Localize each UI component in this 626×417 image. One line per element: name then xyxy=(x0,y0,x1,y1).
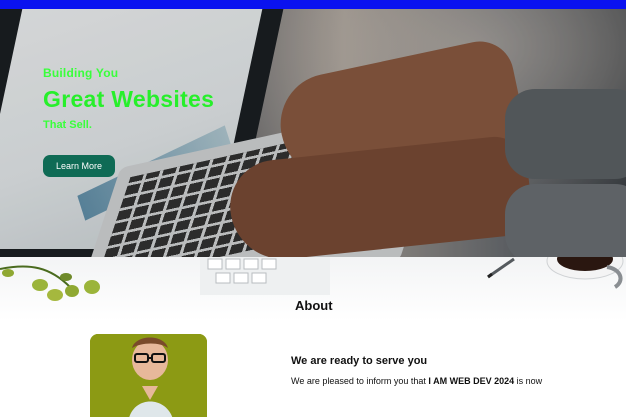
plant-decoration-image xyxy=(0,265,100,301)
hero-post-title: That Sell. xyxy=(43,119,92,131)
about-description-text: is now xyxy=(514,376,543,386)
about-description-brand: I AM WEB DEV 2024 xyxy=(428,376,515,386)
about-subheading: We are ready to serve you xyxy=(291,355,428,367)
hero-text-block: Building You Great Websites That Sell. xyxy=(43,66,214,131)
keyboard-decoration-image xyxy=(200,257,330,295)
hero-title: Great Websites xyxy=(43,86,215,112)
about-section: About We are ready to serve you We are p… xyxy=(0,257,626,417)
top-accent-bar xyxy=(0,0,626,9)
about-description-text: We are pleased to inform you that xyxy=(291,376,429,386)
coffee-cup-decoration-image xyxy=(546,257,624,289)
hero-banner: Building You Great Websites That Sell. L… xyxy=(0,9,626,257)
about-heading: About xyxy=(295,298,333,313)
about-description: We are pleased to inform you that I AM W… xyxy=(291,376,542,386)
learn-more-button[interactable]: Learn More xyxy=(43,155,115,177)
hero-overlay xyxy=(0,9,626,257)
pencil-decoration-image xyxy=(487,257,515,279)
profile-photo xyxy=(90,334,207,417)
hero-pre-title: Building You xyxy=(43,66,119,80)
